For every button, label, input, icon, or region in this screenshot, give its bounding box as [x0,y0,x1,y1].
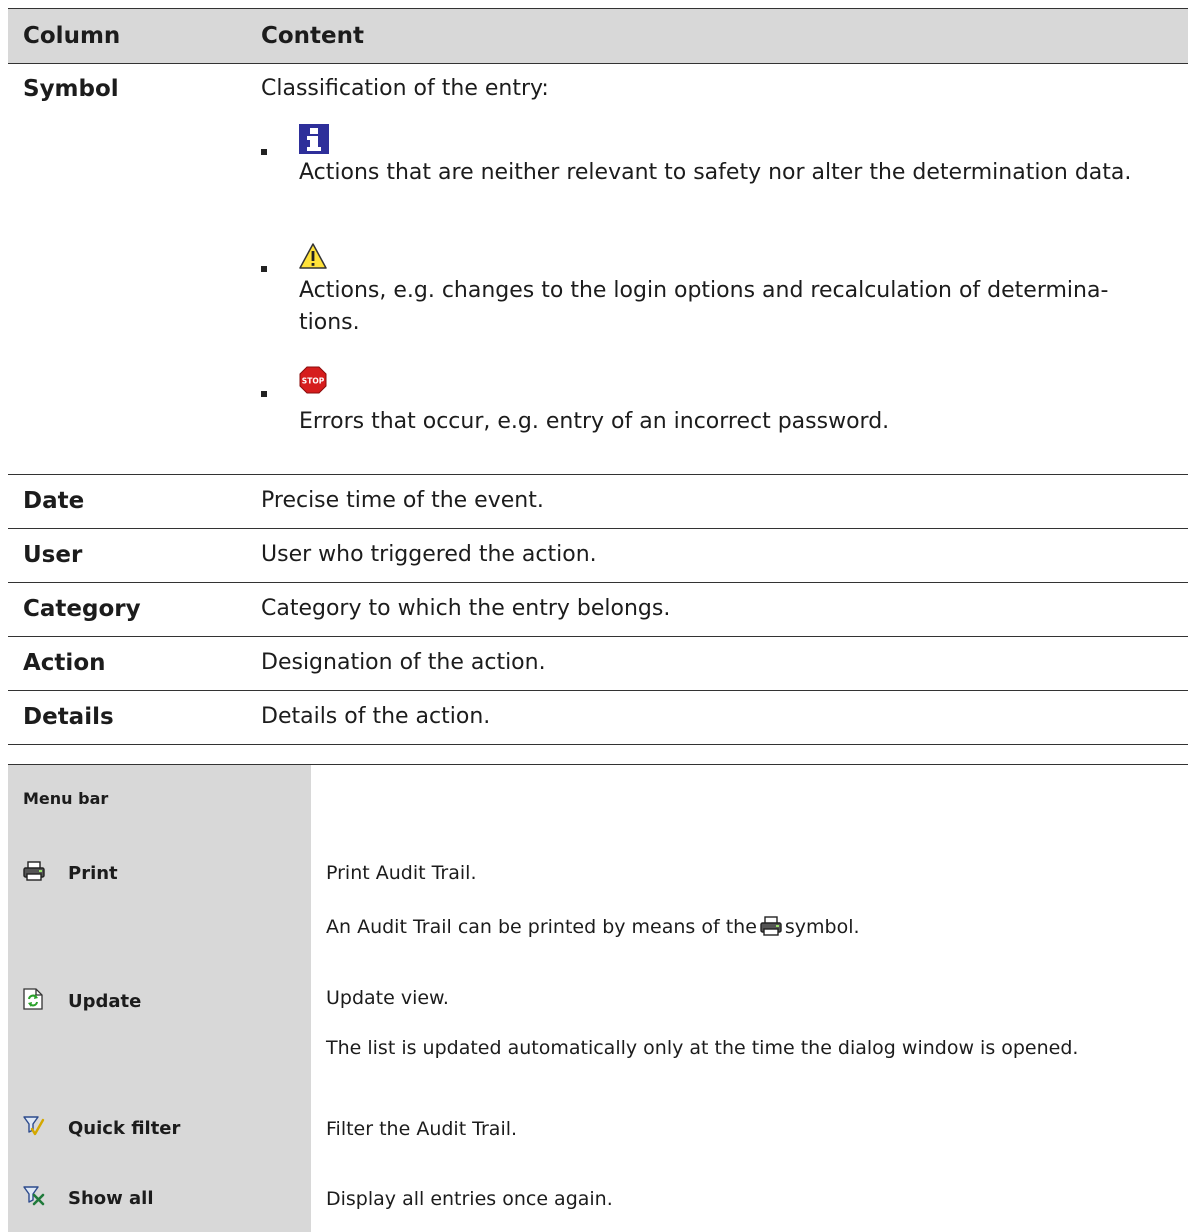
table-row-user: User User who triggered the action. [8,529,1188,583]
table-row-date: Date Precise time of the event. [8,475,1188,529]
symbol-item-text: Errors that occur, e.g. entry of an inco… [299,409,890,434]
header-content: Content [261,23,365,49]
menu-item-desc: Filter the Audit Trail. [326,1118,518,1140]
table-row-action: Action Designation of the action. [8,637,1188,691]
menu-item-desc: Print Audit Trail. [326,862,477,884]
show-all-filter-icon [23,1185,45,1207]
bullet [261,149,267,155]
menu-item-desc2: The list is updated automatically only a… [326,1037,1079,1059]
menu-item-desc2: An Audit Trail can be printed by means o… [326,916,860,941]
menu-item-desc: Display all entries once again. [326,1188,613,1210]
row-name: Action [23,650,106,676]
menu-bar-title: Menu bar [23,789,109,808]
symbol-item-text: Actions, e.g. changes to the login optio… [299,278,1109,335]
row-desc: Designation of the action. [261,650,546,675]
printer-icon [760,916,782,941]
menu-item-label: Update [68,991,142,1012]
menu-bar-section: Menu bar Print Print Audit Trail. An Aud… [8,764,1188,1232]
row-name: User [23,542,83,568]
row-desc: Category to which the entry belongs. [261,596,671,621]
row-desc: Classification of the entry: [261,76,549,101]
menu-item-label: Print [68,863,118,884]
stop-icon: STOP [299,366,327,398]
columns-table: Column Content Symbol Classification of … [8,8,1188,745]
table-header: Column Content [8,9,1188,64]
info-icon [299,124,329,158]
row-name: Details [23,704,114,730]
header-column: Column [23,23,121,49]
row-name: Category [23,596,141,622]
bullet [261,266,267,272]
row-desc: Precise time of the event. [261,488,544,513]
warning-icon [299,243,327,273]
printer-icon [23,861,45,883]
table-row-symbol: Symbol Classification of the entry: Acti… [8,64,1188,475]
menu-item-label: Quick filter [68,1118,181,1139]
bullet [261,391,267,397]
row-name: Date [23,488,85,514]
row-name: Symbol [23,76,119,102]
menu-item-label: Show all [68,1188,154,1209]
menu-item-desc: Update view. [326,987,449,1009]
table-row-details: Details Details of the action. [8,691,1188,744]
row-desc: Details of the action. [261,704,491,729]
table-row-category: Category Category to which the entry bel… [8,583,1188,637]
symbol-item-text: Actions that are neither relevant to saf… [299,160,1132,185]
refresh-icon [23,988,45,1010]
menu-bar-sidebar [8,765,311,1232]
quick-filter-icon [23,1115,45,1137]
svg-text:STOP: STOP [302,377,325,386]
row-desc: User who triggered the action. [261,542,597,567]
